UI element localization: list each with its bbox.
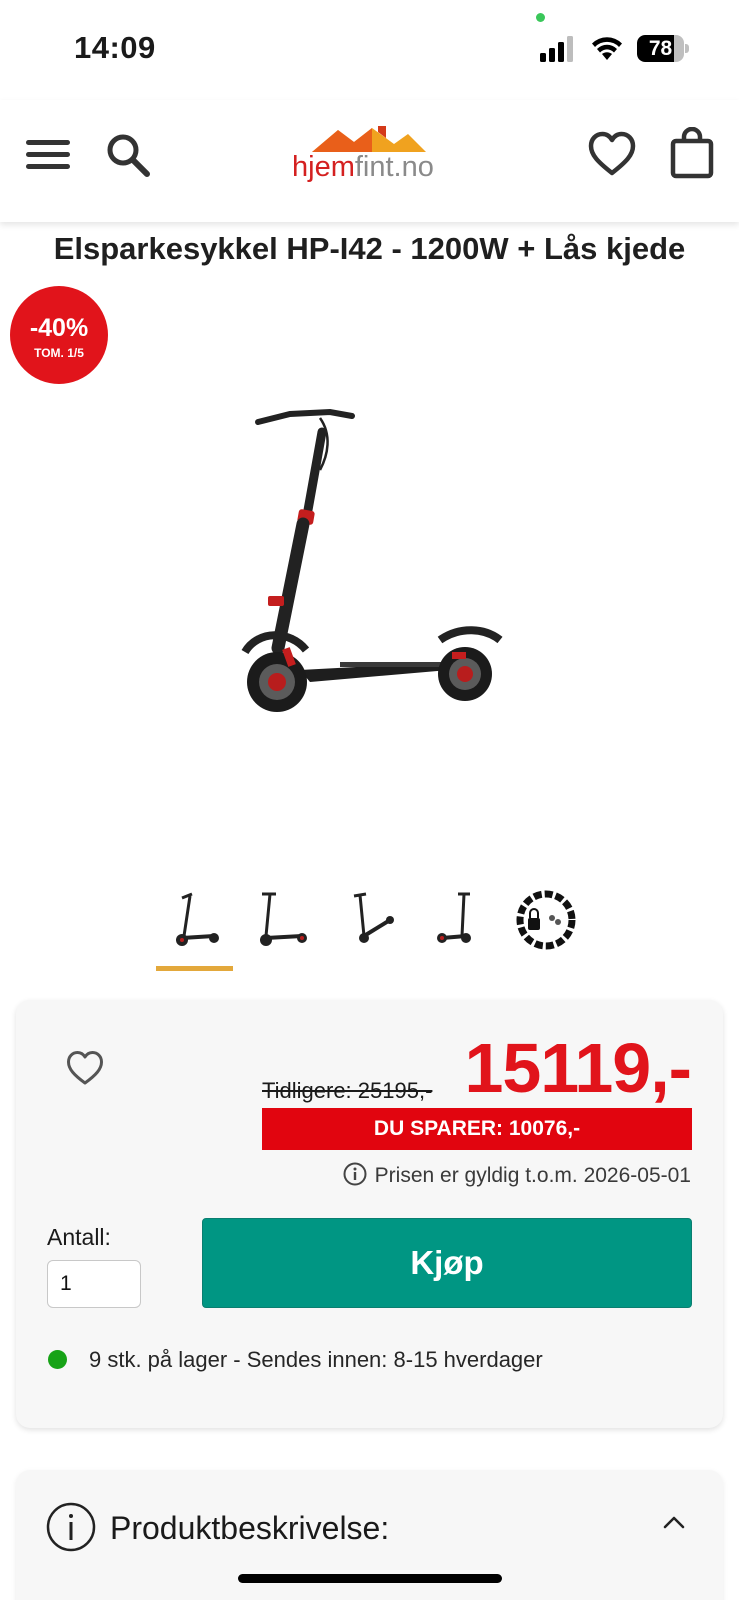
purchase-card: Tidligere: 25195,- 15119,- DU SPARER: 10… [16, 1000, 723, 1428]
quantity-label: Antall: [47, 1224, 111, 1250]
stock-status-text: 9 stk. på lager - Sendes innen: 8-15 hve… [89, 1347, 543, 1372]
price-validity-text: Prisen er gyldig t.o.m. 2026-05-01 [374, 1164, 691, 1187]
thumbnail-2[interactable] [246, 880, 322, 960]
savings-banner: DU SPARER: 10076,- [262, 1108, 692, 1150]
info-icon [343, 1162, 367, 1186]
heart-icon[interactable] [588, 131, 636, 177]
battery-indicator: 78 [637, 35, 689, 62]
cellular-signal-icon [540, 36, 573, 62]
in-stock-indicator-dot [48, 1350, 67, 1369]
discount-valid-until: TOM. 1/5 [34, 346, 84, 360]
product-main-image[interactable] [140, 400, 620, 740]
status-time: 14:09 [74, 30, 156, 65]
site-logo[interactable]: hjemfint.no [290, 120, 450, 183]
previous-price: Tidligere: 25195,- [262, 1078, 433, 1103]
active-thumbnail-indicator [156, 966, 233, 971]
current-price: 15119,- [464, 1029, 692, 1107]
stock-status: 9 stk. på lager - Sendes innen: 8-15 hve… [48, 1346, 543, 1374]
menu-icon[interactable] [24, 134, 72, 174]
lock-chain-icon [516, 890, 576, 950]
product-title: Elsparkesykkel HP-I42 - 1200W + Lås kjed… [53, 231, 686, 266]
scooter-thumbnail-icon [353, 892, 394, 943]
thumbnail-1[interactable] [156, 880, 232, 960]
discount-badge: -40% TOM. 1/5 [10, 286, 108, 384]
info-circle-icon [46, 1502, 96, 1552]
thumbnail-5[interactable] [508, 880, 584, 960]
buy-button[interactable]: Kjøp [202, 1218, 692, 1308]
wifi-icon [592, 37, 622, 60]
quantity-input[interactable] [47, 1260, 141, 1308]
scooter-thumbnail-icon [176, 892, 219, 946]
privacy-indicator-dot [536, 13, 545, 22]
shopping-bag-icon[interactable] [670, 127, 714, 179]
status-bar: 14:09 78 [0, 0, 739, 90]
battery-percentage: 78 [648, 37, 673, 60]
description-heading: Produktbeskrivelse: [110, 1510, 390, 1546]
scooter-thumbnail-icon [437, 892, 471, 943]
logo-text-hjem: hjem [292, 151, 355, 183]
chevron-up-icon[interactable] [662, 1514, 686, 1530]
search-icon[interactable] [104, 131, 152, 179]
discount-percent: -40% [29, 314, 89, 342]
thumbnail-4[interactable] [426, 880, 502, 960]
site-header: hjemfint.no [0, 100, 739, 222]
add-to-wishlist-heart-icon[interactable] [66, 1050, 104, 1086]
price-validity: Prisen er gyldig t.o.m. 2026-05-01 [343, 1162, 691, 1190]
home-indicator[interactable] [238, 1574, 502, 1583]
logo-text-fint: fint.no [354, 151, 434, 183]
thumbnail-3[interactable] [336, 880, 412, 960]
scooter-thumbnail-icon [260, 892, 307, 946]
